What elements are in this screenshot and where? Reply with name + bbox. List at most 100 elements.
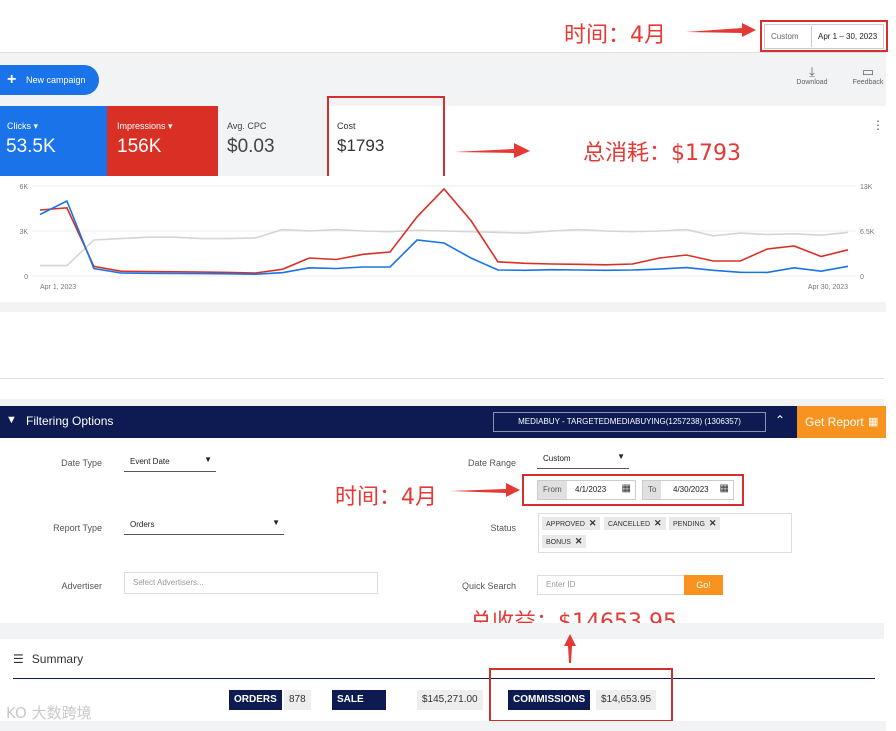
calendar-icon[interactable]: ▦ [720, 483, 729, 494]
metric-clicks-value: 53.5K [6, 136, 56, 157]
chart-left-tick-label: 6K [19, 184, 28, 191]
chart-right-tick-label: 0 [860, 274, 864, 281]
grid-icon: ▦ [868, 416, 879, 428]
summary-header: ☰ Summary [13, 652, 83, 666]
metric-avg-cpc-label: Avg. CPC [227, 121, 267, 131]
summary-title: Summary [31, 652, 84, 666]
get-report-label: Get Report [805, 415, 864, 429]
list-icon: ☰ [13, 652, 24, 666]
summary-divider-band [0, 623, 884, 639]
download-button[interactable]: ⤓ Download [792, 64, 832, 87]
advertiser-placeholder: Select Advertisers... [133, 578, 204, 587]
advertiser-label: Advertiser [61, 581, 102, 591]
quick-search-input[interactable]: Enter ID [537, 575, 685, 595]
new-campaign-label: New campaign [26, 75, 86, 85]
account-selector[interactable]: MEDIABUY - TARGETEDMEDIABUYING(1257238) … [493, 412, 766, 432]
dropdown-arrow-icon: ▼ [272, 518, 280, 527]
performance-chart: 6K 13K 3K 6.5K 0 0 Apr 1, 2023 Apr 30, 2023 [0, 176, 886, 302]
quick-search-label: Quick Search [461, 581, 516, 591]
annotation-arrow-cost [454, 143, 530, 158]
date-type-value: Event Date [130, 457, 170, 466]
remove-icon[interactable]: ✕ [575, 536, 583, 546]
download-label: Download [796, 79, 828, 86]
status-chip[interactable]: APPROVED ✕ [542, 517, 601, 530]
report-type-value: Orders [130, 520, 155, 529]
metric-impressions-label: Impressions ▾ [117, 121, 173, 131]
metric-impressions-value: 156K [117, 136, 162, 157]
annotation-arrow-top [686, 23, 756, 37]
advertiser-input[interactable]: Select Advertisers... [124, 572, 378, 594]
more-options-icon[interactable]: ⋮ [872, 118, 884, 132]
filtering-options-header: ▼ Filtering Options MEDIABUY - TARGETEDM… [0, 406, 797, 438]
report-type-label: Report Type [53, 523, 102, 533]
chart-bottom-divider [0, 302, 886, 312]
performance-chart-svg: 6K 13K 3K 6.5K 0 0 Apr 1, 2023 Apr 30, 2023 [19, 184, 875, 291]
watermark-logo-icon: KO [6, 704, 27, 722]
chart-right-tick-label: 6.5K [860, 229, 875, 236]
metric-avg-cpc-value: $0.03 [227, 136, 275, 157]
summary-divider [13, 678, 875, 679]
metric-clicks-label: Clicks ▾ [7, 121, 39, 131]
date-range-picker[interactable]: Custom Apr 1 – 30, 2023 [764, 24, 884, 49]
to-label: To [643, 481, 662, 499]
new-campaign-button[interactable]: + New campaign [0, 65, 99, 95]
sale-amount-value: $145,271.00 [417, 690, 483, 710]
annotation-cost-note: 总消耗：$1793 [583, 141, 741, 166]
go-button[interactable]: Go! [684, 575, 723, 595]
remove-icon[interactable]: ✕ [709, 518, 717, 528]
commissions-label: COMMISSIONS [508, 690, 591, 710]
date-type-select[interactable]: Event Date ▼ [124, 455, 216, 472]
sale-amount-label: SALE AMOUNT [332, 690, 386, 725]
chart-left-tick-label: 0 [24, 274, 28, 281]
report-type-select[interactable]: Orders ▼ [124, 518, 284, 535]
watermark: KO 大数跨境 [6, 704, 92, 722]
status-label: Status [490, 523, 516, 533]
date-range-mode: Custom [771, 32, 799, 41]
metric-tile-clicks[interactable]: Clicks ▾ 53.5K [0, 106, 107, 176]
bottom-divider-band [0, 721, 886, 731]
feedback-label: Feedback [852, 79, 884, 86]
get-report-button[interactable]: Get Report ▦ [797, 406, 886, 438]
chart-x-end-label: Apr 30, 2023 [808, 284, 848, 291]
funnel-icon: ▼ [6, 414, 17, 426]
section-divider-band [0, 399, 884, 406]
collapse-chevron-icon[interactable]: ⌃ [775, 413, 785, 427]
annotation-box-cost [327, 96, 445, 181]
orders-label: ORDERS [229, 690, 282, 710]
from-date-field[interactable]: From 4/1/2023 ▦ [537, 480, 636, 500]
plus-icon: + [7, 71, 17, 88]
commissions-value: $14,653.95 [596, 690, 657, 710]
status-chip[interactable]: BONUS ✕ [542, 535, 587, 548]
to-date-field[interactable]: To 4/30/2023 ▦ [642, 480, 734, 500]
annotation-arrow-up [564, 634, 576, 663]
date-range-value: Apr 1 – 30, 2023 [811, 26, 877, 47]
quick-search-placeholder: Enter ID [546, 580, 576, 589]
chart-right-tick-label: 13K [860, 184, 873, 191]
chart-x-start-label: Apr 1, 2023 [40, 284, 76, 291]
date-range-select-value: Custom [543, 454, 571, 463]
feedback-button[interactable]: ▭ Feedback [848, 64, 888, 87]
date-range-select[interactable]: Custom ▼ [537, 452, 629, 469]
status-chip[interactable]: CANCELLED ✕ [604, 517, 666, 530]
from-date-value: 4/1/2023 [575, 485, 607, 494]
calendar-icon[interactable]: ▦ [622, 483, 631, 494]
filtering-options-title: Filtering Options [26, 414, 114, 428]
download-icon: ⤓ [809, 64, 815, 79]
chart-left-tick-label: 3K [19, 229, 28, 236]
remove-icon[interactable]: ✕ [654, 518, 662, 528]
metric-tile-avg-cpc[interactable]: Avg. CPC $0.03 [218, 106, 328, 176]
to-date-value: 4/30/2023 [673, 485, 709, 494]
annotation-time-top: 时间：4月 [564, 23, 666, 48]
metric-tile-impressions[interactable]: Impressions ▾ 156K [107, 106, 218, 176]
status-chip[interactable]: PENDING ✕ [669, 517, 721, 530]
feedback-icon: ▭ [861, 64, 875, 79]
status-multiselect[interactable]: APPROVED ✕ CANCELLED ✕ PENDING ✕ BONUS ✕ [538, 513, 792, 553]
annotation-time-mid: 时间：4月 [335, 485, 437, 510]
date-range-label: Date Range [467, 458, 516, 468]
dropdown-arrow-icon: ▼ [617, 452, 625, 461]
from-label: From [538, 481, 567, 499]
date-type-label: Date Type [61, 458, 102, 468]
remove-icon[interactable]: ✕ [589, 518, 597, 528]
section-divider-line [0, 378, 884, 379]
orders-value: 878 [284, 690, 311, 710]
